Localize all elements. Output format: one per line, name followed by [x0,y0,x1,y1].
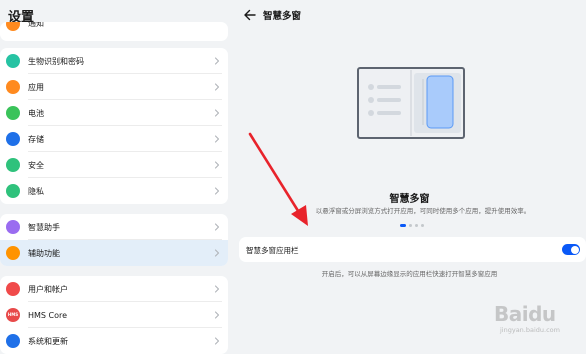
watermark-url: jingyan.baidu.com [500,326,560,334]
sidebar-item[interactable]: 系统和更新 [0,328,228,354]
sidebar-item-label: 应用 [28,82,44,92]
settings-list-pane: 设置 通知 生物识别和密码 应用 电池 存储 安全 隐私 智慧助手 辅助功能 用户和帐户 HM… [0,0,229,354]
chevron-right-icon [214,187,220,195]
sidebar-item[interactable]: 辅助功能 [0,240,228,266]
carousel-dot[interactable] [421,224,424,227]
shield-icon [6,158,20,172]
chevron-right-icon [214,337,220,345]
sidebar-item-label: 存储 [28,134,44,144]
sidebar-item[interactable]: 智慧助手 [0,214,228,240]
system-icon [6,334,20,348]
detail-title: 智慧多窗 [263,11,302,22]
privacy-icon [6,184,20,198]
sidebar-item[interactable]: 电池 [0,100,228,126]
sidebar-item-label: 辅助功能 [28,248,60,258]
apps-icon [6,80,20,94]
watermark-brand: Baidu [494,302,556,326]
chevron-right-icon [214,83,220,91]
sidebar-item[interactable]: 生物识别和密码 [0,48,228,74]
carousel-dot[interactable] [415,224,418,227]
watermark: Baidu jingyan.baidu.com [478,296,586,354]
notification-icon [6,22,20,31]
sidebar-item[interactable]: 存储 [0,126,228,152]
chevron-right-icon [214,109,220,117]
settings-group-3: 用户和帐户 HMS HMS Core 系统和更新 [0,276,228,354]
app-bar-toggle-row[interactable]: 智慧多窗应用栏 [239,237,586,262]
sidebar-item-label: 隐私 [28,186,44,196]
sidebar-item-label: 安全 [28,160,44,170]
sidebar-item-notifications[interactable]: 通知 [0,22,228,33]
chevron-right-icon [214,57,220,65]
user-icon [6,282,20,296]
chevron-right-icon [214,249,220,257]
chevron-right-icon [214,311,220,319]
settings-group-1: 生物识别和密码 应用电池存储安全隐私 [0,48,228,204]
assistant-icon [6,220,20,234]
back-arrow-icon[interactable] [243,8,257,22]
storage-icon [6,132,20,146]
carousel-dot[interactable] [409,224,412,227]
chevron-right-icon [214,223,220,231]
sidebar-item[interactable]: 用户和帐户 [0,276,228,302]
carousel-dot[interactable] [400,224,406,227]
chevron-right-icon [214,135,220,143]
sidebar-item-label: 系统和更新 [28,336,68,346]
chevron-right-icon [214,285,220,293]
hms-icon: HMS [6,308,20,322]
carousel-indicator[interactable] [400,224,424,227]
settings-group-2: 智慧助手 辅助功能 [0,214,228,266]
sidebar-item[interactable]: 安全 [0,152,228,178]
sidebar-item-label: 电池 [28,108,44,118]
battery-icon [6,106,20,120]
sidebar-item-label: 生物识别和密码 [28,56,84,66]
multi-window-illustration [357,67,465,139]
annotation-arrow-icon [248,132,308,226]
toggle-hint: 开启后，可以从屏幕边缘显示的应用栏快速打开智慧多窗应用 [321,270,498,278]
app-bar-switch[interactable] [562,244,580,255]
sidebar-item-label: HMS Core [28,310,68,320]
sidebar-item[interactable]: HMS HMS Core [0,302,228,328]
sidebar-item[interactable]: 应用 [0,74,228,100]
accessibility-icon [6,246,20,260]
sidebar-item-label: 智慧助手 [28,222,60,232]
settings-group-partial: 通知 [0,22,228,41]
chevron-right-icon [214,161,220,169]
sidebar-item[interactable]: 隐私 [0,178,228,204]
switch-knob [570,245,579,254]
sidebar-item-label: 用户和帐户 [28,284,68,294]
key-icon [6,54,20,68]
toggle-label: 智慧多窗应用栏 [246,246,299,255]
